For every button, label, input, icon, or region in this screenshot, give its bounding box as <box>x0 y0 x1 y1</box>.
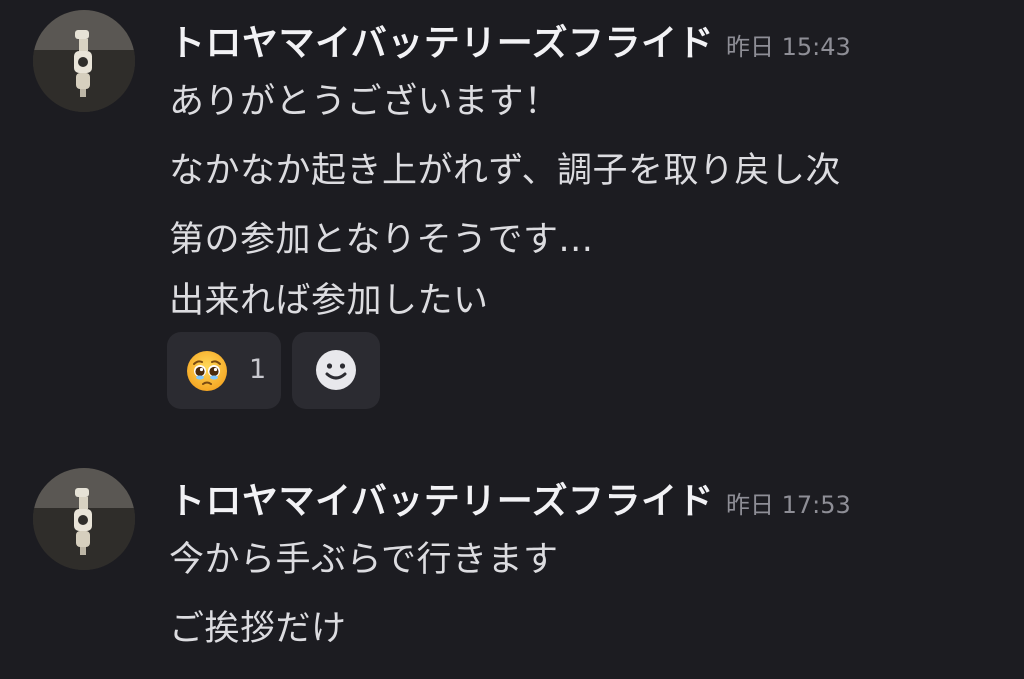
message-text: 今から手ぶらで行きます <box>169 540 559 580</box>
message-text: 出来れば参加したい <box>169 281 489 321</box>
pleading-face-icon <box>187 351 227 391</box>
message-text: なかなか起き上がれず、調子を取り戻し次 <box>169 151 842 191</box>
reaction-count: 1 <box>249 354 267 385</box>
chat-message-list: トロヤマイバッテリーズフライド 昨日 15:43 ありがとうございます！ なかなか… <box>0 0 1024 679</box>
reaction-pleading-face[interactable]: 1 <box>167 332 281 409</box>
timestamp: 昨日 15:43 <box>725 33 851 61</box>
avatar-figure-icon <box>33 468 135 570</box>
message-header: トロヤマイバッテリーズフライド 昨日 15:43 <box>169 14 851 66</box>
username[interactable]: トロヤマイバッテリーズフライド <box>169 23 714 64</box>
timestamp: 昨日 17:53 <box>725 491 851 519</box>
avatar[interactable] <box>33 10 135 112</box>
add-reaction-button[interactable] <box>292 332 380 409</box>
message-text: ありがとうございます！ <box>169 82 560 122</box>
avatar-figure-icon <box>33 10 135 112</box>
message-header: トロヤマイバッテリーズフライド 昨日 17:53 <box>169 472 851 524</box>
username[interactable]: トロヤマイバッテリーズフライド <box>169 481 714 522</box>
avatar[interactable] <box>33 468 135 570</box>
message-text: 第の参加となりそうです... <box>169 220 594 260</box>
message-text: ご挨拶だけ <box>169 609 347 649</box>
smiley-face-icon <box>316 350 356 390</box>
